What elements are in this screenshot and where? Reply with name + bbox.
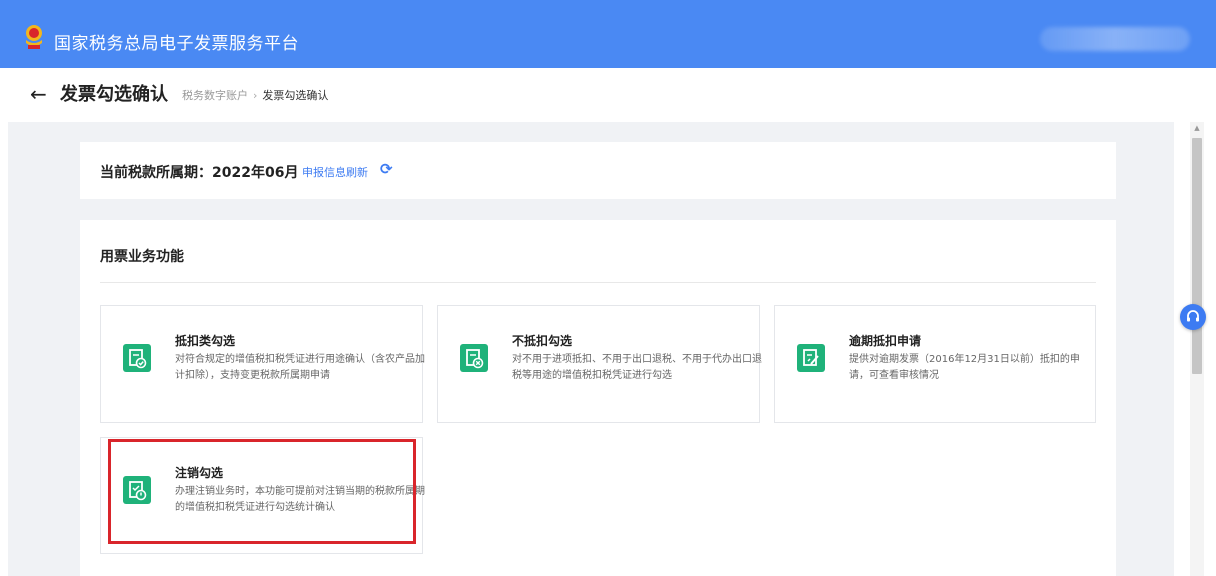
back-arrow-icon[interactable]: ← (30, 84, 47, 104)
tax-period-label: 当前税款所属期：2022年06月 (100, 165, 299, 181)
overdue-apply-icon (797, 344, 825, 372)
refresh-icon[interactable]: ⟳ (380, 160, 393, 178)
card-description: 提供对逾期发票（2016年12月31日以前）抵扣的申请，可查看审核情况 (849, 354, 1080, 381)
breadcrumb: 税务数字账户 › 发票勾选确认 (182, 89, 328, 103)
card-title: 抵扣类勾选 (175, 334, 236, 348)
breadcrumb-separator: › (253, 89, 258, 102)
top-header: 国家税务总局电子发票服务平台 (0, 0, 1216, 68)
card-deduct-check[interactable]: 抵扣类勾选 对符合规定的增值税扣税凭证进行用途确认（含农产品加计扣除），支持变更… (100, 305, 425, 423)
headset-icon (1187, 310, 1199, 322)
card-overdue-apply[interactable]: 逾期抵扣申请 提供对逾期发票（2016年12月31日以前）抵扣的申请，可查看审核… (774, 305, 1096, 423)
breadcrumb-item-current: 发票勾选确认 (262, 89, 329, 102)
refresh-declaration-link[interactable]: 申报信息刷新 (302, 164, 368, 180)
card-no-deduct-check[interactable]: 不抵扣勾选 对不用于进项抵扣、不用于出口退税、不用于代办出口退税等用途的增值税扣… (437, 305, 762, 423)
card-title: 不抵扣勾选 (512, 334, 573, 348)
highlight-annotation (108, 439, 416, 544)
divider (100, 282, 1096, 283)
card-title: 逾期抵扣申请 (849, 334, 922, 348)
scroll-up-icon[interactable]: ▲ (1190, 124, 1204, 136)
scrollbar-thumb[interactable] (1192, 138, 1202, 374)
tax-emblem-icon (26, 25, 42, 49)
breadcrumb-item-account[interactable]: 税务数字账户 (182, 89, 248, 102)
customer-service-button[interactable] (1180, 304, 1206, 330)
app-title: 国家税务总局电子发票服务平台 (54, 34, 299, 54)
card-description: 对符合规定的增值税扣税凭证进行用途确认（含农产品加计扣除），支持变更税款所属期申… (175, 354, 425, 381)
card-description: 对不用于进项抵扣、不用于出口退税、不用于代办出口退税等用途的增值税扣税凭证进行勾… (512, 354, 762, 381)
no-deduct-icon (460, 344, 488, 372)
tax-period-card: 当前税款所属期：2022年06月 申报信息刷新 ⟳ (80, 142, 1116, 199)
functions-heading: 用票业务功能 (100, 249, 184, 265)
user-account-area[interactable] (1040, 27, 1190, 51)
deduct-check-icon (123, 344, 151, 372)
page-title: 发票勾选确认 (60, 84, 168, 105)
